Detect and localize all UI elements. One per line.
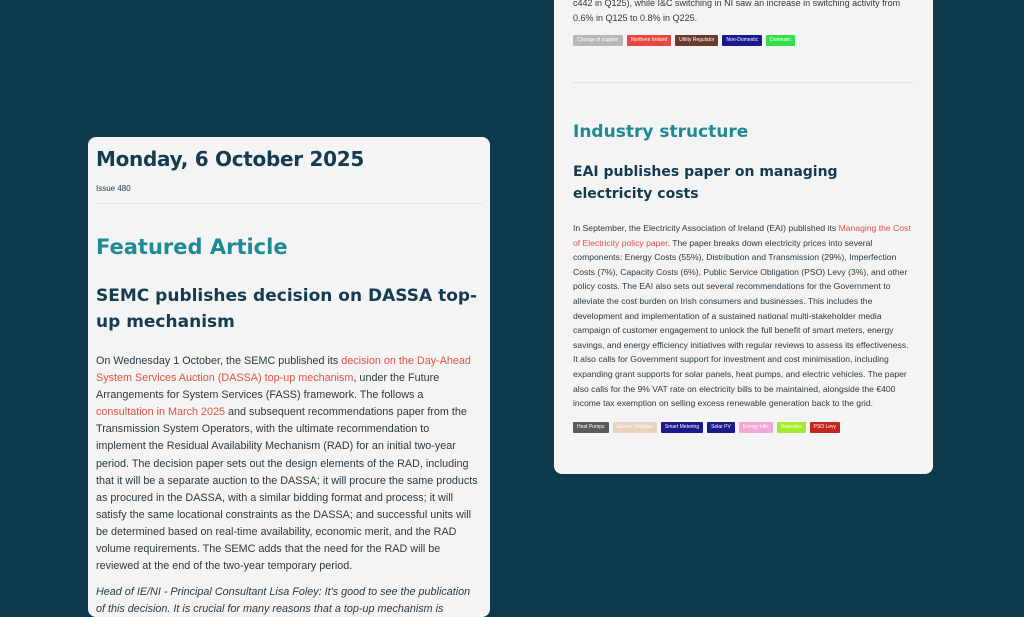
- tag-badge[interactable]: Energy bills: [738, 421, 773, 433]
- newsletter-card-left: Monday, 6 October 2025 Issue 480 Feature…: [88, 137, 490, 617]
- tag-badge[interactable]: Utility Regulator: [675, 35, 719, 46]
- article-body-semc: On Wednesday 1 October, the SEMC publish…: [96, 353, 482, 575]
- article-title-eai: EAI publishes paper on managing electric…: [573, 164, 838, 202]
- tag-badge[interactable]: PSO Levy: [809, 421, 841, 433]
- divider: [573, 82, 914, 83]
- tag-badge[interactable]: Heat Pumps: [573, 421, 609, 433]
- tag-badge[interactable]: Northern Ireland: [626, 35, 672, 46]
- article-comment: Head of IE/NI - Principal Consultant Lis…: [96, 586, 471, 616]
- tag-badge[interactable]: Electric Vehicles: [612, 421, 657, 433]
- tag-badge[interactable]: Change of supplier: [573, 35, 623, 46]
- tag-badge[interactable]: Networks: [776, 421, 806, 433]
- tag-badge[interactable]: Smart Metering: [660, 421, 704, 433]
- body-text: In September, the Electricity Associatio…: [573, 223, 839, 233]
- divider: [96, 203, 482, 204]
- body-text: and subsequent recommendations paper fro…: [96, 406, 478, 573]
- issue-number: Issue 480: [96, 184, 131, 193]
- tag-badge[interactable]: Domestic: [766, 35, 795, 46]
- article-body-eai: In September, the Electricity Associatio…: [573, 221, 914, 411]
- body-text: On Wednesday 1 October, the SEMC publish…: [96, 355, 342, 367]
- body-text: . The paper breaks down electricity pric…: [573, 237, 909, 409]
- tag-badge[interactable]: Non-Domestic: [722, 35, 763, 46]
- section-heading-featured: Featured Article: [96, 235, 288, 259]
- switching-text: c442 in Q125), while I&C switching in NI…: [573, 0, 901, 23]
- newsletter-card-right: c442 in Q125), while I&C switching in NI…: [554, 0, 933, 474]
- section-heading-industry: Industry structure: [573, 122, 749, 142]
- consultation-link[interactable]: consultation in March 2025: [96, 406, 225, 418]
- tag-list: Heat Pumps Electric Vehicles Smart Meterin…: [573, 421, 914, 433]
- tag-list: Change of supplier Northern Ireland Utilit…: [573, 35, 914, 46]
- issue-date-title: Monday, 6 October 2025: [96, 147, 364, 171]
- article-title-semc: SEMC publishes decision on DASSA top-up …: [96, 286, 478, 332]
- tag-badge[interactable]: Solar PV: [707, 421, 735, 433]
